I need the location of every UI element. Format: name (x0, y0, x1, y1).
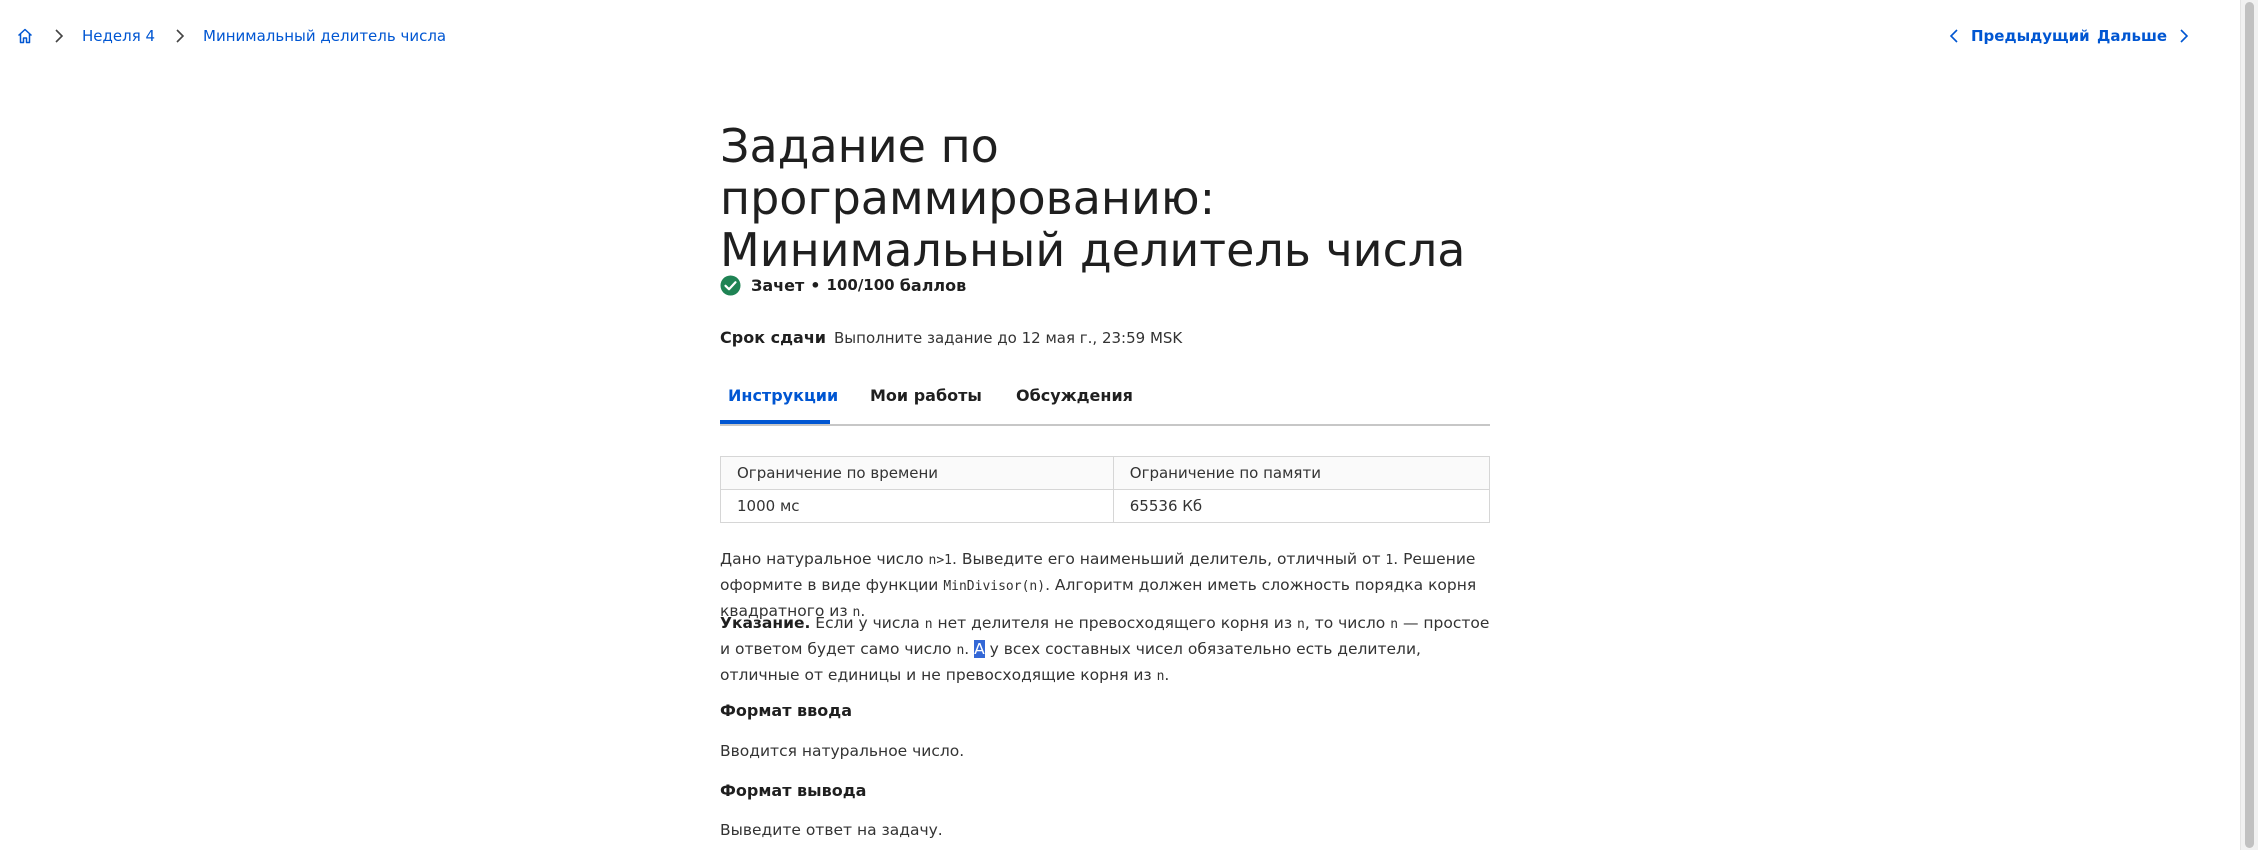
limits-table: Ограничение по времени Ограничение по па… (720, 456, 1491, 523)
next-button[interactable]: Дальше (2097, 26, 2190, 46)
tab-bar: Инструкции Мои работы Обсуждения (720, 382, 1490, 426)
chevron-right-icon (2180, 29, 2189, 43)
active-tab-indicator (720, 420, 830, 424)
check-circle-icon (720, 275, 741, 295)
scrollbar[interactable] (2240, 0, 2258, 850)
scrollbar-thumb[interactable] (2245, 2, 2254, 848)
selected-text: А (974, 640, 985, 658)
next-label: Дальше (2097, 27, 2168, 45)
input-format-heading: Формат ввода (720, 701, 852, 720)
deadline: Срок сдачи Выполните задание до 12 мая г… (720, 328, 1182, 347)
page-title-line-1: Задание по программированию: (720, 119, 1216, 225)
grade-label: Зачет (751, 275, 805, 295)
chevron-right-icon (176, 29, 185, 43)
hint-text: нет делителя не превосходящего корня из (932, 614, 1298, 632)
score-value: 100/100 (826, 276, 895, 294)
previous-button[interactable]: Предыдущий (1948, 26, 2090, 46)
chevron-right-icon (55, 29, 64, 43)
tab-discussions[interactable]: Обсуждения (1016, 386, 1133, 405)
breadcrumb: Неделя 4 Минимальный делитель числа (16, 26, 446, 46)
hint-text: . (964, 640, 975, 658)
hint-text: . (1164, 666, 1170, 684)
page-title-line-2: Минимальный делитель числа (720, 223, 1466, 277)
breadcrumb-current-link[interactable]: Минимальный делитель числа (203, 27, 446, 45)
tab-my-submissions[interactable]: Мои работы (870, 386, 982, 405)
inline-code: n (1390, 617, 1399, 632)
hint-text: , то число (1304, 614, 1391, 632)
home-icon[interactable] (16, 27, 34, 45)
deadline-value: Выполните задание до 12 мая г., 23:59 MS… (834, 329, 1183, 347)
table-header-row: Ограничение по времени Ограничение по па… (720, 456, 1491, 490)
score-unit: баллов (899, 275, 967, 295)
inline-code: n>1 (928, 553, 953, 568)
output-format-heading: Формат вывода (720, 781, 867, 800)
statement-text: Дано натуральное число (720, 550, 929, 568)
input-format-text: Вводится натуральное число. (720, 742, 965, 760)
tab-instructions[interactable]: Инструкции (728, 386, 838, 405)
hint-paragraph: Указание. Если у числа n нет делителя не… (720, 611, 1490, 689)
statement-text: . Выведите его наименьший делитель, отли… (952, 550, 1386, 568)
hint-text: Если у числа (810, 614, 925, 632)
inline-code: n (1297, 617, 1305, 632)
chevron-left-icon (1949, 29, 1958, 43)
breadcrumb-week-link[interactable]: Неделя 4 (82, 27, 155, 45)
page-title: Задание по программированию: Минимальный… (720, 120, 1490, 276)
grade-status: Зачет • 100/100 баллов (720, 274, 966, 296)
inline-code: n (924, 617, 933, 632)
previous-label: Предыдущий (1971, 27, 2090, 45)
table-cell: 1000 мс (720, 489, 1114, 523)
separator-dot: • (810, 275, 821, 295)
deadline-label: Срок сдачи (720, 328, 827, 347)
inline-code: MinDivisor(n) (943, 579, 1046, 594)
table-row: 1000 мс 65536 Кб (720, 489, 1491, 523)
table-header-cell: Ограничение по времени (720, 456, 1114, 490)
table-cell: 65536 Кб (1112, 489, 1491, 523)
hint-label: Указание. (720, 614, 811, 632)
output-format-text: Выведите ответ на задачу. (720, 821, 943, 839)
table-header-cell: Ограничение по памяти (1112, 456, 1491, 490)
